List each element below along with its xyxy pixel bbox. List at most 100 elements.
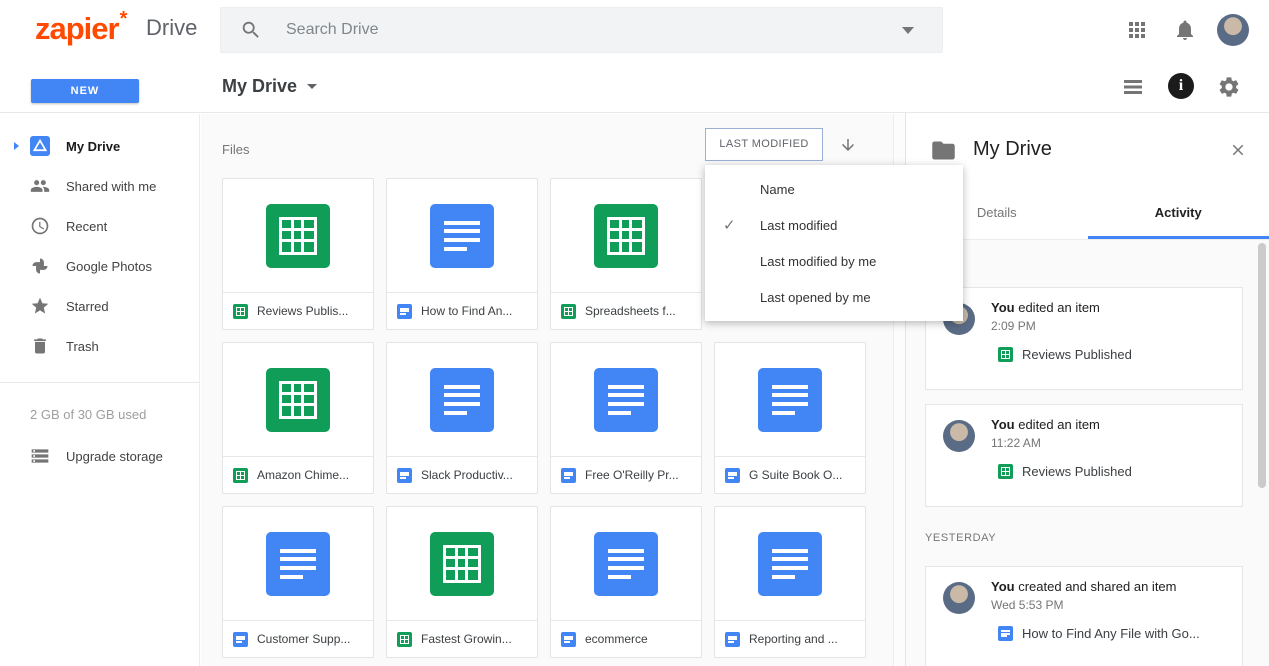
activity-description: You edited an item <box>991 417 1100 432</box>
close-icon[interactable] <box>1229 141 1247 159</box>
actor-avatar <box>943 582 975 614</box>
info-details-icon[interactable] <box>1168 73 1194 99</box>
file-type-icon <box>561 303 576 319</box>
file-card[interactable]: Reporting and ... <box>714 506 866 658</box>
file-card[interactable]: Slack Productiv... <box>386 342 538 494</box>
menu-item-name[interactable]: Name <box>705 171 963 207</box>
notifications-bell-icon[interactable] <box>1173 18 1197 42</box>
file-card[interactable]: Amazon Chime... <box>222 342 374 494</box>
sort-order-button[interactable]: LAST MODIFIED <box>705 128 823 161</box>
file-card[interactable]: Free O'Reilly Pr... <box>550 342 702 494</box>
sidebar-item-my-drive[interactable]: My Drive <box>0 126 199 166</box>
menu-item-label: Last opened by me <box>760 289 871 305</box>
file-name: Reviews Publis... <box>257 304 349 318</box>
apps-grid-icon[interactable] <box>1125 18 1149 42</box>
sort-direction-arrow-icon[interactable] <box>839 136 857 154</box>
file-type-icon <box>594 531 658 596</box>
activity-date-divider: YESTERDAY <box>925 532 997 544</box>
check-icon: ✓ <box>723 217 736 234</box>
file-name-bar: Customer Supp... <box>223 620 373 657</box>
activity-time: 2:09 PM <box>991 319 1036 333</box>
zapier-logo[interactable]: zapier* <box>35 8 127 47</box>
menu-item-last-modified[interactable]: ✓ Last modified <box>705 207 963 243</box>
activity-entry: You edited an item 11:22 AM Reviews Publ… <box>925 404 1243 507</box>
file-type-icon <box>430 531 494 596</box>
sidebar-item-label: Starred <box>66 299 109 314</box>
drive-app-name: Drive <box>146 15 198 40</box>
file-type-icon <box>998 626 1013 641</box>
sidebar-item-recent[interactable]: Recent <box>0 206 199 246</box>
sidebar-item-label: My Drive <box>66 139 121 154</box>
file-card[interactable]: Customer Supp... <box>222 506 374 658</box>
user-avatar[interactable] <box>1217 14 1249 46</box>
sidebar-item-shared-with-me[interactable]: Shared with me <box>0 166 199 206</box>
file-card[interactable]: How to Find An... <box>386 178 538 330</box>
gear-settings-icon[interactable] <box>1217 75 1241 99</box>
file-preview <box>551 179 701 292</box>
sidebar-item-label: Trash <box>66 339 99 354</box>
menu-item-last-modified-by-me[interactable]: Last modified by me <box>705 243 963 279</box>
list-view-icon[interactable] <box>1121 75 1145 99</box>
file-type-icon <box>594 367 658 432</box>
actor-name: You <box>991 300 1015 315</box>
file-name-bar: Fastest Growin... <box>387 620 537 657</box>
file-name-bar: ecommerce <box>551 620 701 657</box>
search-options-caret-icon[interactable] <box>902 26 914 34</box>
file-type-icon <box>758 367 822 432</box>
activity-action: edited an item <box>1018 300 1100 315</box>
menu-item-last-opened-by-me[interactable]: Last opened by me <box>705 279 963 315</box>
file-type-icon <box>233 303 248 319</box>
activity-file-link[interactable]: Reviews Published <box>998 347 1132 362</box>
file-card[interactable]: Fastest Growin... <box>386 506 538 658</box>
location-title: My Drive <box>222 75 298 96</box>
navigation-sidebar: My Drive Shared with me Recent Google Ph… <box>0 114 200 666</box>
file-name-bar: G Suite Book O... <box>715 456 865 493</box>
file-card[interactable]: G Suite Book O... <box>714 342 866 494</box>
sidebar-item-trash[interactable]: Trash <box>0 326 199 366</box>
my-drive-icon <box>30 136 50 156</box>
file-name: G Suite Book O... <box>749 468 843 482</box>
file-name: ecommerce <box>585 632 648 646</box>
file-preview <box>551 507 701 620</box>
file-name-bar: Free O'Reilly Pr... <box>551 456 701 493</box>
file-type-icon <box>594 203 658 268</box>
details-panel-title: My Drive <box>973 138 1052 160</box>
new-button[interactable]: NEW <box>31 79 139 103</box>
file-type-icon <box>430 203 494 268</box>
file-name-bar: How to Find An... <box>387 292 537 329</box>
actor-name: You <box>991 579 1015 594</box>
activity-file-link[interactable]: Reviews Published <box>998 464 1132 479</box>
file-type-icon <box>561 631 576 647</box>
storage-layers-icon <box>30 446 50 466</box>
upgrade-storage-button[interactable]: Upgrade storage <box>0 436 199 476</box>
sidebar-item-google-photos[interactable]: Google Photos <box>0 246 199 286</box>
action-toolbar: NEW My Drive <box>0 60 1269 113</box>
file-type-icon <box>725 467 740 483</box>
file-preview <box>223 343 373 456</box>
activity-file-name: Reviews Published <box>1022 464 1132 479</box>
search-input[interactable] <box>286 21 902 39</box>
file-preview <box>387 343 537 456</box>
activity-file-link[interactable]: How to Find Any File with Go... <box>998 626 1200 641</box>
sidebar-item-starred[interactable]: Starred <box>0 286 199 326</box>
file-preview <box>387 179 537 292</box>
files-section-label: Files <box>222 142 250 157</box>
file-card[interactable]: Reviews Publis... <box>222 178 374 330</box>
file-name: Spreadsheets f... <box>585 304 676 318</box>
trash-icon <box>30 336 50 356</box>
file-card[interactable]: Spreadsheets f... <box>550 178 702 330</box>
file-type-icon <box>758 531 822 596</box>
panel-scrollbar-thumb[interactable] <box>1258 243 1266 488</box>
location-breadcrumb[interactable]: My Drive <box>222 69 318 103</box>
file-name-bar: Amazon Chime... <box>223 456 373 493</box>
file-name: Slack Productiv... <box>421 468 513 482</box>
file-name-bar: Reviews Publis... <box>223 292 373 329</box>
file-name: Fastest Growin... <box>421 632 512 646</box>
file-preview <box>223 179 373 292</box>
people-icon <box>30 176 50 196</box>
file-preview <box>387 507 537 620</box>
file-card[interactable]: ecommerce <box>550 506 702 658</box>
menu-item-label: Last modified by me <box>760 253 877 269</box>
search-bar[interactable] <box>220 7 943 53</box>
tab-activity[interactable]: Activity <box>1087 188 1269 239</box>
